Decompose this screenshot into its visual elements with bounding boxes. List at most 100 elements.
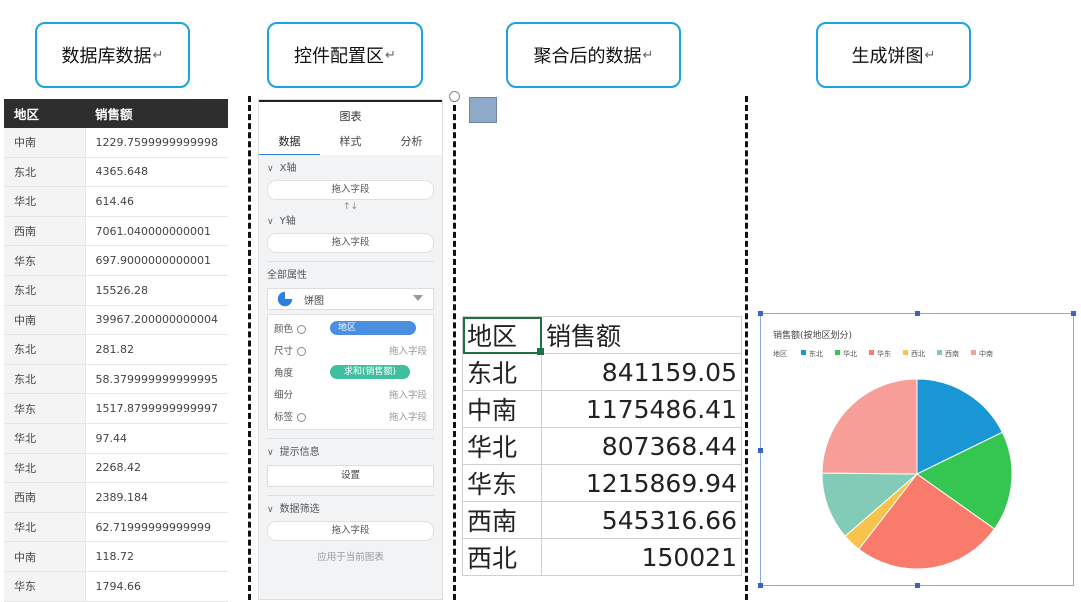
pie-chart: 销售额(按地区划分) 地区 东北 华北 华东 西北 西南 中南 (773, 329, 1013, 570)
pie-chart-frame[interactable]: 销售额(按地区划分) 地区 东北 华北 华东 西北 西南 中南 (758, 311, 1076, 588)
db-header-sales: 销售额 (85, 99, 228, 128)
callout-control-config: 控件配置区 ↵ (267, 22, 423, 88)
agg-cell-sales[interactable]: 1215869.94 (541, 464, 742, 502)
tooltip-settings-button[interactable]: 设置 (267, 465, 434, 487)
size-drop-field[interactable]: 拖入字段 (330, 343, 427, 357)
divider-2 (453, 96, 456, 600)
tab-analysis[interactable]: 分析 (381, 130, 442, 156)
db-cell-region: 华北 (4, 453, 86, 484)
table-row: 东北 58.379999999999995 (4, 364, 228, 395)
agg-cell-region[interactable]: 东北 (462, 353, 542, 391)
legend-label: 华东 (877, 349, 891, 358)
resize-handle[interactable] (1071, 311, 1076, 316)
visibility-icon[interactable] (297, 325, 307, 334)
agg-cell-region[interactable]: 华北 (462, 427, 542, 465)
agg-cell-sales[interactable]: 150021 (541, 538, 742, 576)
filter-drop-field[interactable]: 拖入字段 (267, 521, 434, 541)
db-cell-sales: 1794.66 (85, 571, 228, 602)
table-row: 西南 2389.184 (4, 482, 228, 513)
color-field-tag[interactable]: 地区 (330, 321, 416, 335)
agg-cell-region[interactable]: 中南 (462, 390, 542, 428)
prop-detail[interactable]: 细分 拖入字段 (274, 383, 427, 405)
table-row: 东北 841159.05 (462, 353, 742, 391)
prop-angle[interactable]: 角度 求和(销售额) (274, 361, 427, 383)
legend-swatch (903, 350, 908, 355)
legend-label: 中南 (979, 349, 993, 358)
tab-data[interactable]: 数据 (259, 130, 320, 156)
all-properties-label: 全部属性 (267, 270, 307, 281)
table-row: 中南 118.72 (4, 541, 228, 572)
image-placeholder-icon (469, 97, 497, 123)
resize-handle[interactable] (915, 311, 920, 316)
db-cell-sales: 2268.42 (85, 453, 228, 484)
table-row: 中南 1229.7599999999998 (4, 128, 228, 158)
x-axis-header[interactable]: ∨ X轴 (267, 161, 434, 177)
db-cell-region: 东北 (4, 275, 86, 306)
legend: 地区 东北 华北 华东 西北 西南 中南 (773, 349, 993, 358)
agg-cell-region[interactable]: 西南 (462, 501, 542, 539)
legend-label: 西南 (945, 349, 959, 358)
config-panel: 图表 数据 样式 分析 ∨X轴 拖入字段 ↑↓ ∨Y轴 拖入字段 全部属性 (258, 99, 443, 600)
db-cell-sales: 7061.040000000001 (85, 216, 228, 247)
table-row: 西北 150021 (462, 538, 742, 576)
table-row: 华东 1794.66 (4, 571, 228, 602)
chevron-down-icon: ∨ (267, 164, 274, 174)
y-axis-header[interactable]: ∨ Y轴 (267, 214, 434, 230)
tab-style[interactable]: 样式 (320, 130, 381, 156)
agg-cell-region[interactable]: 西北 (462, 538, 542, 576)
divider-3 (745, 96, 748, 600)
db-cell-sales: 1517.8799999999997 (85, 393, 228, 424)
pie-chart-icon (277, 291, 293, 307)
agg-cell-region[interactable]: 华东 (462, 464, 542, 502)
aggregated-table: 地区 销售额 东北 841159.05 中南 1175486.41 华北 807368.4… (462, 316, 742, 576)
db-cell-sales: 62.71999999999999 (85, 512, 228, 543)
resize-handle[interactable] (758, 583, 763, 588)
resize-handle[interactable] (915, 583, 920, 588)
legend-swatch (937, 350, 942, 355)
table-row: 华北 807368.44 (462, 427, 742, 465)
db-cell-sales: 58.379999999999995 (85, 364, 228, 395)
agg-cell-sales[interactable]: 807368.44 (541, 427, 742, 465)
agg-header-region[interactable]: 地区 (462, 316, 542, 354)
label-drop-field[interactable]: 拖入字段 (330, 409, 427, 423)
db-cell-region: 中南 (4, 305, 86, 336)
chart-type-select[interactable]: 饼图 (267, 288, 434, 310)
table-row: 东北 15526.28 (4, 275, 228, 306)
agg-cell-sales[interactable]: 841159.05 (541, 353, 742, 391)
db-cell-sales: 2389.184 (85, 482, 228, 513)
y-axis-drop-field[interactable]: 拖入字段 (267, 233, 434, 253)
db-cell-sales: 118.72 (85, 541, 228, 572)
chevron-down-icon: ∨ (267, 505, 274, 515)
visibility-icon[interactable] (297, 347, 307, 356)
filter-header[interactable]: ∨ 数据筛选 (267, 502, 434, 518)
prop-color[interactable]: 颜色 地区 (274, 317, 427, 339)
swap-axes-icon[interactable]: ↑↓ (267, 200, 434, 214)
pie-slice[interactable] (821, 378, 918, 475)
table-row: 华北 62.71999999999999 (4, 512, 228, 543)
x-axis-drop-field[interactable]: 拖入字段 (267, 180, 434, 200)
legend-title: 地区 (773, 349, 787, 358)
db-cell-sales: 281.82 (85, 334, 228, 365)
db-cell-region: 西南 (4, 216, 86, 247)
prop-label[interactable]: 标签 拖入字段 (274, 405, 427, 427)
db-cell-region: 华东 (4, 245, 86, 276)
table-row: 华北 97.44 (4, 423, 228, 454)
angle-field-tag[interactable]: 求和(销售额) (330, 365, 410, 379)
fill-handle[interactable] (537, 348, 544, 355)
resize-handle[interactable] (758, 311, 763, 316)
prop-size[interactable]: 尺寸 拖入字段 (274, 339, 427, 361)
resize-handle[interactable] (758, 448, 763, 453)
agg-cell-sales[interactable]: 545316.66 (541, 501, 742, 539)
dropdown-arrow-icon (413, 295, 423, 301)
chevron-down-icon: ∨ (267, 448, 274, 458)
tooltip-header[interactable]: ∨ 提示信息 (267, 445, 434, 461)
agg-cell-sales[interactable]: 1175486.41 (541, 390, 742, 428)
legend-swatch (971, 350, 976, 355)
mark-properties: 颜色 地区 尺寸 拖入字段 角度 求和(销售额) 细分 拖入字段 标签 拖入字段 (267, 314, 434, 430)
visibility-icon[interactable] (297, 413, 307, 422)
detail-drop-field[interactable]: 拖入字段 (330, 387, 427, 401)
db-cell-sales: 614.46 (85, 186, 228, 217)
agg-header-sales[interactable]: 销售额 (541, 316, 742, 354)
db-cell-region: 东北 (4, 157, 86, 188)
db-cell-region: 东北 (4, 364, 86, 395)
